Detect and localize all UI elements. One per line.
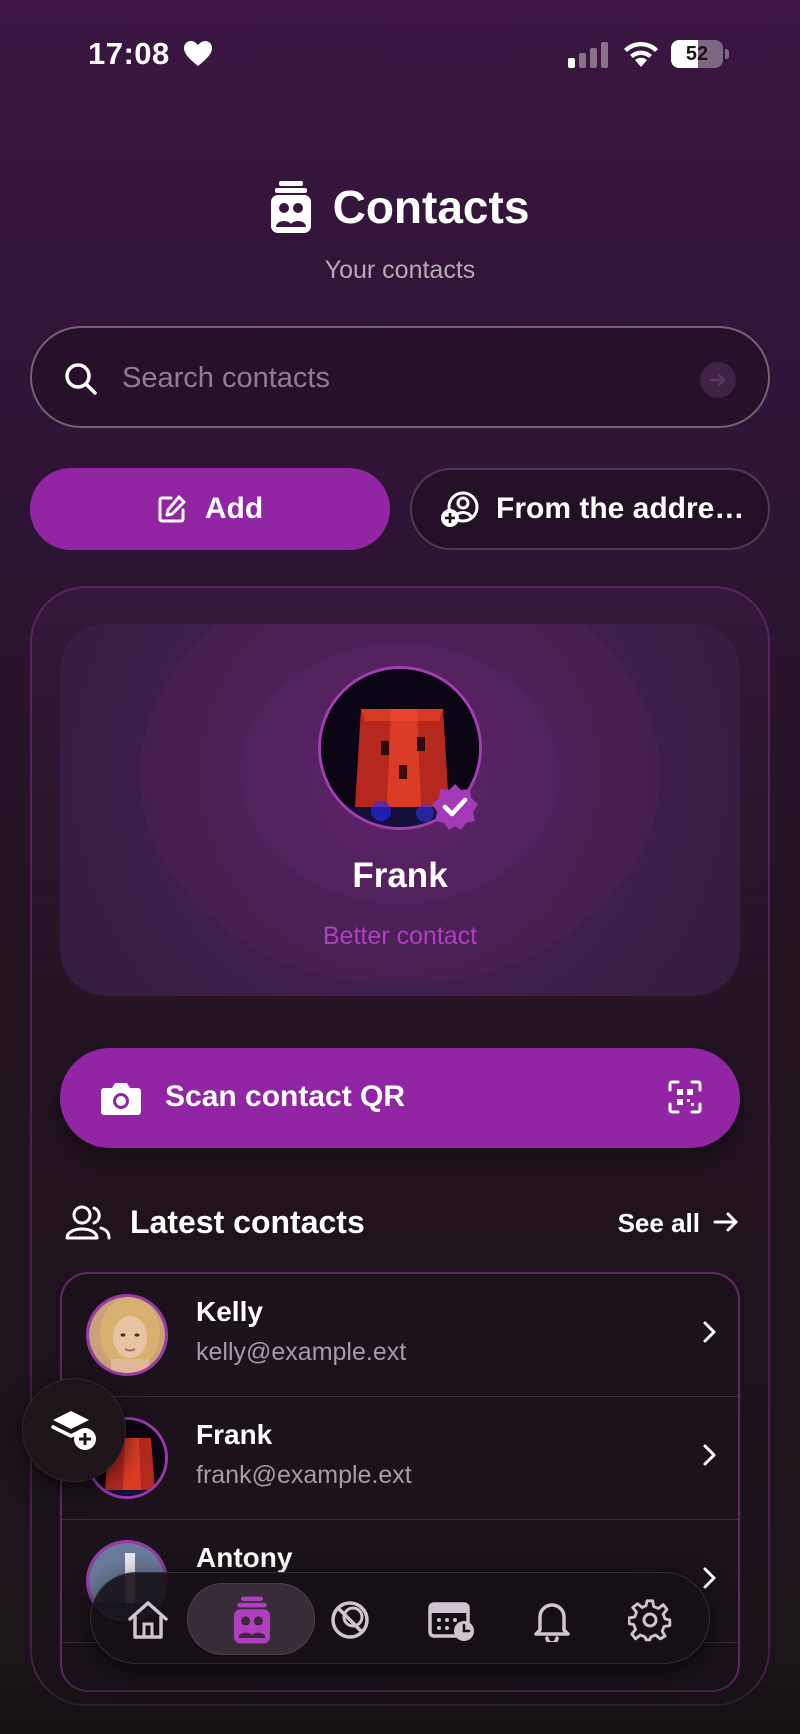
calendar-clock-icon xyxy=(428,1602,474,1641)
add-user-circle-icon xyxy=(441,491,479,527)
wifi-icon xyxy=(624,41,658,67)
contact-row[interactable]: Frank frank@example.ext xyxy=(62,1397,738,1520)
contact-name: Kelly xyxy=(196,1296,263,1327)
featured-contact-name: Frank xyxy=(352,856,448,895)
battery-level: 52 xyxy=(685,43,709,65)
page-subtitle: Your contacts xyxy=(324,256,476,284)
people-icon xyxy=(65,1205,111,1240)
address-button-label: From the addre… xyxy=(496,492,745,525)
scan-qr-label: Scan contact QR xyxy=(165,1080,406,1113)
scan-qr-button[interactable]: Scan contact QR xyxy=(60,1048,740,1148)
import-address-book-button[interactable]: From the addre… xyxy=(410,468,770,550)
arrow-right-icon xyxy=(709,373,726,387)
nav-explore[interactable] xyxy=(325,1595,375,1645)
search-submit-button[interactable] xyxy=(700,362,736,398)
nav-notifications[interactable] xyxy=(527,1595,577,1645)
search-input[interactable] xyxy=(122,354,702,402)
featured-contact-card[interactable]: Frank Better contact xyxy=(60,624,740,996)
chevron-right-icon xyxy=(703,1444,716,1466)
chevron-right-icon xyxy=(703,1567,716,1589)
heart-icon xyxy=(184,41,212,66)
bottom-fade xyxy=(0,1670,800,1734)
add-contact-button[interactable]: Add xyxy=(30,468,390,550)
search-icon xyxy=(65,363,97,395)
status-time: 17:08 xyxy=(88,36,170,71)
see-all-link[interactable]: See all xyxy=(618,1208,700,1239)
page-header: Contacts Your contacts xyxy=(0,180,800,285)
kelly-photo-icon xyxy=(89,1297,165,1373)
nav-settings[interactable] xyxy=(625,1595,675,1645)
signal-icon xyxy=(568,42,608,68)
gear-icon xyxy=(628,1599,672,1642)
battery-indicator: 52 xyxy=(671,40,729,68)
latest-contacts-title: Latest contacts xyxy=(130,1204,365,1240)
qr-code-icon xyxy=(668,1080,702,1114)
contacts-icon xyxy=(234,1596,270,1644)
add-layer-button[interactable] xyxy=(22,1378,126,1482)
latest-contacts-header: Latest contacts See all xyxy=(60,1200,740,1250)
page-title: Contacts xyxy=(332,181,530,233)
no-pets-icon xyxy=(331,1601,369,1639)
contact-email: kelly@example.ext xyxy=(196,1338,407,1366)
nav-contacts[interactable] xyxy=(227,1591,277,1649)
chevron-right-icon xyxy=(703,1321,716,1343)
featured-contact-role: Better contact xyxy=(322,922,478,950)
contacts-icon xyxy=(270,181,311,233)
bottom-nav xyxy=(90,1572,710,1664)
add-button-label: Add xyxy=(204,492,264,525)
verified-badge-icon xyxy=(432,784,478,830)
edit-icon xyxy=(158,495,186,523)
camera-icon xyxy=(101,1083,141,1115)
bell-icon xyxy=(534,1603,570,1642)
contact-email: frank@example.ext xyxy=(196,1461,412,1489)
home-icon xyxy=(128,1601,168,1639)
contact-name: Frank xyxy=(196,1419,273,1450)
status-bar: 17:08 52 xyxy=(0,30,800,80)
nav-calendar[interactable] xyxy=(427,1595,477,1645)
contact-name: Antony xyxy=(196,1542,293,1573)
contact-row[interactable]: Kelly kelly@example.ext xyxy=(62,1274,738,1397)
search-bar xyxy=(30,326,770,428)
arrow-right-icon[interactable] xyxy=(712,1208,740,1236)
avatar xyxy=(86,1294,168,1376)
layers-add-icon xyxy=(51,1411,96,1450)
nav-home[interactable] xyxy=(123,1595,173,1645)
